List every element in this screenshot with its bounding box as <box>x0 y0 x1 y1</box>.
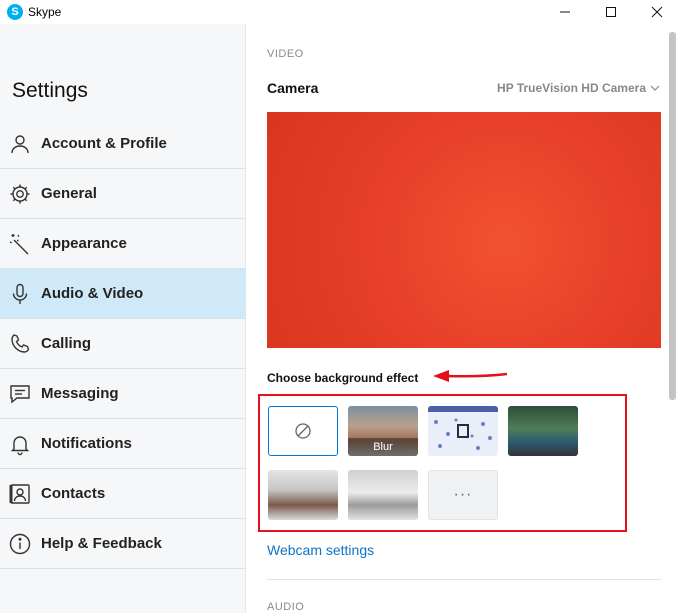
sidebar-item-label: Account & Profile <box>41 135 167 152</box>
phone-icon <box>11 334 30 353</box>
contact-card-icon <box>9 484 30 504</box>
effect-room-2-tile[interactable] <box>348 470 418 520</box>
choose-background-label: Choose background effect <box>267 371 419 385</box>
sidebar-item-label: General <box>41 185 97 202</box>
more-effects-button[interactable]: ··· <box>428 470 498 520</box>
sidebar-item-audio-video[interactable]: Audio & Video <box>0 269 246 319</box>
skype-logo-icon: S <box>7 4 23 20</box>
sidebar-item-calling[interactable]: Calling <box>0 319 246 369</box>
annotation-arrow-icon <box>433 370 508 382</box>
camera-selected-value: HP TrueVision HD Camera <box>497 81 646 95</box>
bell-icon <box>10 436 30 456</box>
sidebar-item-appearance[interactable]: Appearance <box>0 219 246 269</box>
close-button[interactable] <box>634 0 680 24</box>
chevron-down-icon <box>650 85 660 91</box>
effect-office-tile[interactable] <box>508 406 578 456</box>
scrollbar-thumb[interactable] <box>669 32 676 400</box>
audio-video-panel: VIDEO Camera HP TrueVision HD Camera Cho… <box>247 24 680 613</box>
effect-room-1-tile[interactable] <box>268 470 338 520</box>
sidebar-item-label: Audio & Video <box>41 285 144 302</box>
background-effects-highlight: Blur ··· <box>258 394 627 532</box>
sidebar-item-help-feedback[interactable]: Help & Feedback <box>0 519 246 569</box>
blur-caption: Blur <box>348 438 418 456</box>
minimize-icon <box>560 11 570 13</box>
sidebar-item-account-profile[interactable]: Account & Profile <box>0 119 246 169</box>
info-icon <box>9 533 31 555</box>
vertical-scrollbar[interactable] <box>666 24 680 613</box>
camera-dropdown[interactable]: HP TrueVision HD Camera <box>497 81 660 95</box>
settings-title: Settings <box>12 79 88 102</box>
chat-icon <box>10 385 30 404</box>
sidebar-item-label: Appearance <box>41 235 127 252</box>
webcam-settings-link[interactable]: Webcam settings <box>267 542 374 558</box>
sidebar-item-messaging[interactable]: Messaging <box>0 369 246 419</box>
sidebar-item-contacts[interactable]: Contacts <box>0 469 246 519</box>
gear-icon <box>10 184 30 204</box>
microphone-icon <box>12 283 28 304</box>
title-bar: S Skype <box>0 0 680 24</box>
effect-pattern-tile[interactable] <box>428 406 498 456</box>
person-icon <box>11 135 29 154</box>
maximize-icon <box>606 7 616 17</box>
sidebar-item-label: Calling <box>41 335 92 352</box>
minimize-button[interactable] <box>542 0 588 24</box>
effect-none-tile[interactable] <box>268 406 338 456</box>
divider <box>267 579 661 580</box>
section-heading-audio: AUDIO <box>267 601 305 613</box>
camera-label: Camera <box>267 80 319 96</box>
sidebar-item-label: Contacts <box>41 485 106 502</box>
section-heading-video: VIDEO <box>267 48 304 60</box>
sidebar-item-label: Messaging <box>41 385 119 402</box>
camera-preview <box>267 112 661 348</box>
effect-blur-tile[interactable]: Blur <box>348 406 418 456</box>
sidebar-item-label: Notifications <box>41 435 132 452</box>
sidebar-item-notifications[interactable]: Notifications <box>0 419 246 469</box>
sidebar-item-general[interactable]: General <box>0 169 246 219</box>
close-icon <box>651 6 663 18</box>
settings-nav: Account & Profile General Appearance Aud… <box>0 119 246 569</box>
magic-wand-icon <box>9 234 29 255</box>
maximize-button[interactable] <box>588 0 634 24</box>
window-title: Skype <box>28 5 62 19</box>
more-dots-icon: ··· <box>453 486 473 503</box>
settings-sidebar: Settings Account & Profile General Appea… <box>0 24 246 613</box>
pattern-thumbnail <box>428 406 498 450</box>
no-effect-icon <box>295 423 311 439</box>
sidebar-item-label: Help & Feedback <box>41 535 162 552</box>
